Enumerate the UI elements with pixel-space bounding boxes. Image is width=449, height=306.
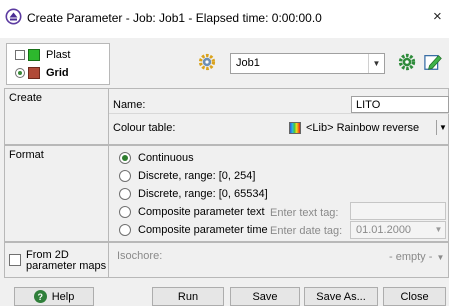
from-2d-checkbox-group[interactable]: From 2D parameter maps <box>9 250 106 272</box>
format-option-label: Discrete, range: [0, 65534] <box>138 188 268 200</box>
object-row-plast[interactable]: Plast <box>15 47 70 63</box>
plast-label: Plast <box>46 49 71 61</box>
plast-checkbox[interactable] <box>15 50 25 60</box>
radio-button[interactable] <box>119 224 131 236</box>
grid-label: Grid <box>46 67 69 79</box>
save-as-button[interactable]: Save As... <box>304 287 378 306</box>
edit-icon[interactable] <box>424 52 444 72</box>
create-side: Create <box>5 89 109 144</box>
format-option-composite-text[interactable]: Composite parameter text <box>119 204 265 220</box>
run-button-label: Run <box>177 290 199 303</box>
isochore-select-value: - empty - <box>389 251 433 263</box>
green-cube-icon <box>28 49 40 61</box>
save-button[interactable]: Save <box>230 287 300 306</box>
help-button-label: Help <box>51 290 75 303</box>
help-icon: ? <box>33 290 47 303</box>
object-selector: Plast Grid <box>6 43 110 85</box>
run-button[interactable]: Run <box>152 287 224 306</box>
name-input-value: LITO <box>356 99 381 111</box>
radio-button[interactable] <box>119 206 131 218</box>
name-label: Name: <box>113 99 146 111</box>
format-option-label: Composite parameter time <box>138 224 268 236</box>
format-section: Format Continuous Discrete, range: [0, 2… <box>4 145 449 242</box>
text-tag-input[interactable] <box>350 202 446 220</box>
format-option-label: Discrete, range: [0, 254] <box>138 170 256 182</box>
from-2d-label: From 2D parameter maps <box>26 250 106 272</box>
text-tag-label: Enter text tag: <box>270 207 339 219</box>
from-2d-side: From 2D parameter maps <box>5 243 109 277</box>
grid-radio[interactable] <box>15 68 25 78</box>
isochore-select[interactable]: - empty - ▼ <box>385 249 447 266</box>
format-side: Format <box>5 146 109 241</box>
save-button-label: Save <box>252 290 278 303</box>
title-bar: Create Parameter - Job: Job1 - Elapsed t… <box>0 0 449 38</box>
name-row: Name: LITO <box>109 94 449 114</box>
job-select[interactable]: Job1 ▼ <box>230 53 385 74</box>
window-title: Create Parameter - Job: Job1 - Elapsed t… <box>27 11 322 25</box>
chevron-down-icon[interactable]: ▼ <box>368 54 384 73</box>
isochore-label: Isochore: <box>117 250 163 262</box>
create-section-label: Create <box>9 92 43 104</box>
radio-button[interactable] <box>119 152 131 164</box>
colour-table-value: <Lib> Rainbow reverse <box>306 121 420 134</box>
radio-button[interactable] <box>119 170 131 182</box>
colour-table-label: Colour table: <box>113 122 176 134</box>
date-tag-label: Enter date tag: <box>270 225 343 237</box>
job-settings-gear-icon[interactable] <box>197 52 217 72</box>
close-button-label: Close <box>400 290 429 303</box>
colour-table-select[interactable]: <Lib> Rainbow reverse ▼ <box>289 119 449 136</box>
job-select-value: Job1 <box>236 57 260 69</box>
close-window-icon[interactable]: × <box>433 8 442 25</box>
from-2d-checkbox[interactable] <box>9 254 21 266</box>
colour-row: Colour table: <Lib> Rainbow reverse ▼ <box>109 117 449 137</box>
format-option-discrete-65534[interactable]: Discrete, range: [0, 65534] <box>119 186 268 202</box>
date-tag-value: 01.01.2000 <box>356 224 412 236</box>
format-option-label: Continuous <box>138 152 194 164</box>
format-option-composite-time[interactable]: Composite parameter time <box>119 222 268 238</box>
format-option-discrete-254[interactable]: Discrete, range: [0, 254] <box>119 168 255 184</box>
create-parameter-app-icon <box>5 8 22 25</box>
object-toolbar: Plast Grid Job1 ▼ <box>0 38 449 88</box>
from-2d-label-line2: parameter maps <box>26 260 107 272</box>
help-button[interactable]: ? Help <box>14 287 94 306</box>
close-button[interactable]: Close <box>383 287 446 306</box>
object-row-grid[interactable]: Grid <box>15 65 69 81</box>
chevron-down-icon[interactable]: ▼ <box>434 249 447 266</box>
chevron-down-icon[interactable]: ▼ <box>436 120 449 135</box>
name-input[interactable]: LITO <box>351 96 449 113</box>
rainbow-swatch-icon <box>289 121 301 134</box>
create-section: Create Name: LITO Colour table: <Lib> Ra… <box>4 88 449 145</box>
format-option-continuous[interactable]: Continuous <box>119 150 194 166</box>
save-as-button-label: Save As... <box>316 290 366 303</box>
chevron-down-icon[interactable]: ▼ <box>432 222 445 238</box>
grid-cube-icon <box>28 67 40 79</box>
green-gear-icon[interactable] <box>397 52 417 72</box>
date-tag-input[interactable]: 01.01.2000 ▼ <box>350 221 446 239</box>
format-section-label: Format <box>9 149 44 161</box>
from-2d-section: From 2D parameter maps Isochore: - empty… <box>4 242 449 278</box>
format-option-label: Composite parameter text <box>138 206 265 218</box>
radio-button[interactable] <box>119 188 131 200</box>
